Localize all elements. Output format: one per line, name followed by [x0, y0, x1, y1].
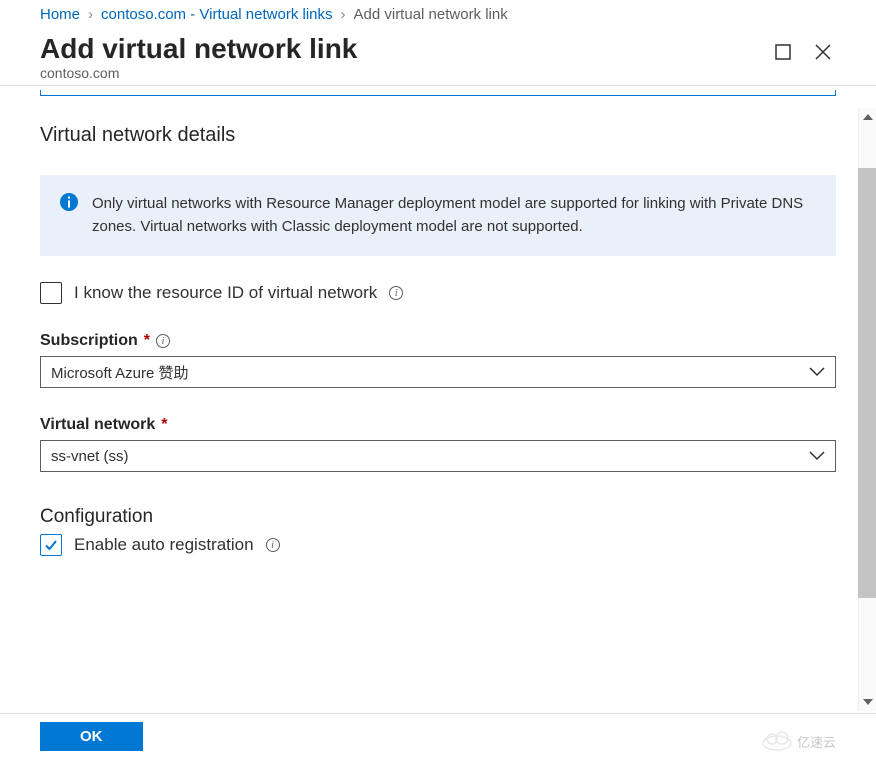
page-subtitle: contoso.com	[40, 65, 357, 81]
maximize-button[interactable]	[770, 39, 796, 65]
checkbox-enable-auto-registration-label: Enable auto registration	[74, 535, 254, 555]
info-message: Only virtual networks with Resource Mana…	[40, 175, 836, 256]
breadcrumb-vnet-links[interactable]: contoso.com - Virtual network links	[101, 6, 332, 23]
subscription-dropdown[interactable]: Microsoft Azure 赞助	[40, 356, 836, 388]
subscription-label: Subscription	[40, 332, 138, 350]
chevron-right-icon: ›	[341, 6, 346, 23]
info-icon[interactable]: i	[266, 538, 280, 552]
breadcrumb: Home › contoso.com - Virtual network lin…	[0, 0, 876, 29]
info-icon[interactable]: i	[389, 286, 403, 300]
vertical-scrollbar[interactable]	[858, 108, 876, 711]
virtual-network-dropdown[interactable]: ss-vnet (ss)	[40, 440, 836, 472]
input-top-cutoff	[40, 90, 836, 96]
scroll-thumb[interactable]	[858, 168, 876, 598]
virtual-network-label: Virtual network	[40, 416, 155, 434]
scroll-up-icon[interactable]	[859, 108, 876, 126]
breadcrumb-current: Add virtual network link	[354, 6, 508, 23]
subscription-value: Microsoft Azure 赞助	[51, 362, 189, 383]
close-button[interactable]	[810, 39, 836, 65]
watermark-text: 亿速云	[797, 732, 836, 751]
section-title-vnet-details: Virtual network details	[40, 124, 836, 147]
maximize-icon	[775, 44, 791, 60]
required-indicator: *	[144, 332, 150, 350]
chevron-right-icon: ›	[88, 6, 93, 23]
checkbox-know-resource-id[interactable]	[40, 282, 62, 304]
footer-bar: OK 亿速云	[0, 713, 876, 761]
section-title-configuration: Configuration	[40, 506, 836, 528]
panel-header: Add virtual network link contoso.com	[0, 29, 876, 85]
breadcrumb-home[interactable]: Home	[40, 6, 80, 23]
checkmark-icon	[43, 537, 59, 553]
page-title: Add virtual network link	[40, 33, 357, 65]
cloud-icon	[761, 731, 793, 751]
info-message-text: Only virtual networks with Resource Mana…	[92, 193, 816, 238]
chevron-down-icon	[809, 451, 825, 461]
virtual-network-value: ss-vnet (ss)	[51, 448, 129, 465]
chevron-down-icon	[809, 367, 825, 377]
info-icon[interactable]: i	[156, 334, 170, 348]
watermark: 亿速云	[761, 731, 836, 751]
content-pane: Virtual network details Only virtual net…	[0, 90, 876, 680]
checkbox-know-resource-id-label: I know the resource ID of virtual networ…	[74, 283, 377, 303]
scroll-down-icon[interactable]	[859, 693, 876, 711]
checkbox-enable-auto-registration[interactable]	[40, 534, 62, 556]
info-icon	[60, 193, 78, 238]
close-icon	[815, 44, 831, 60]
ok-button[interactable]: OK	[40, 722, 143, 751]
required-indicator: *	[161, 416, 167, 434]
